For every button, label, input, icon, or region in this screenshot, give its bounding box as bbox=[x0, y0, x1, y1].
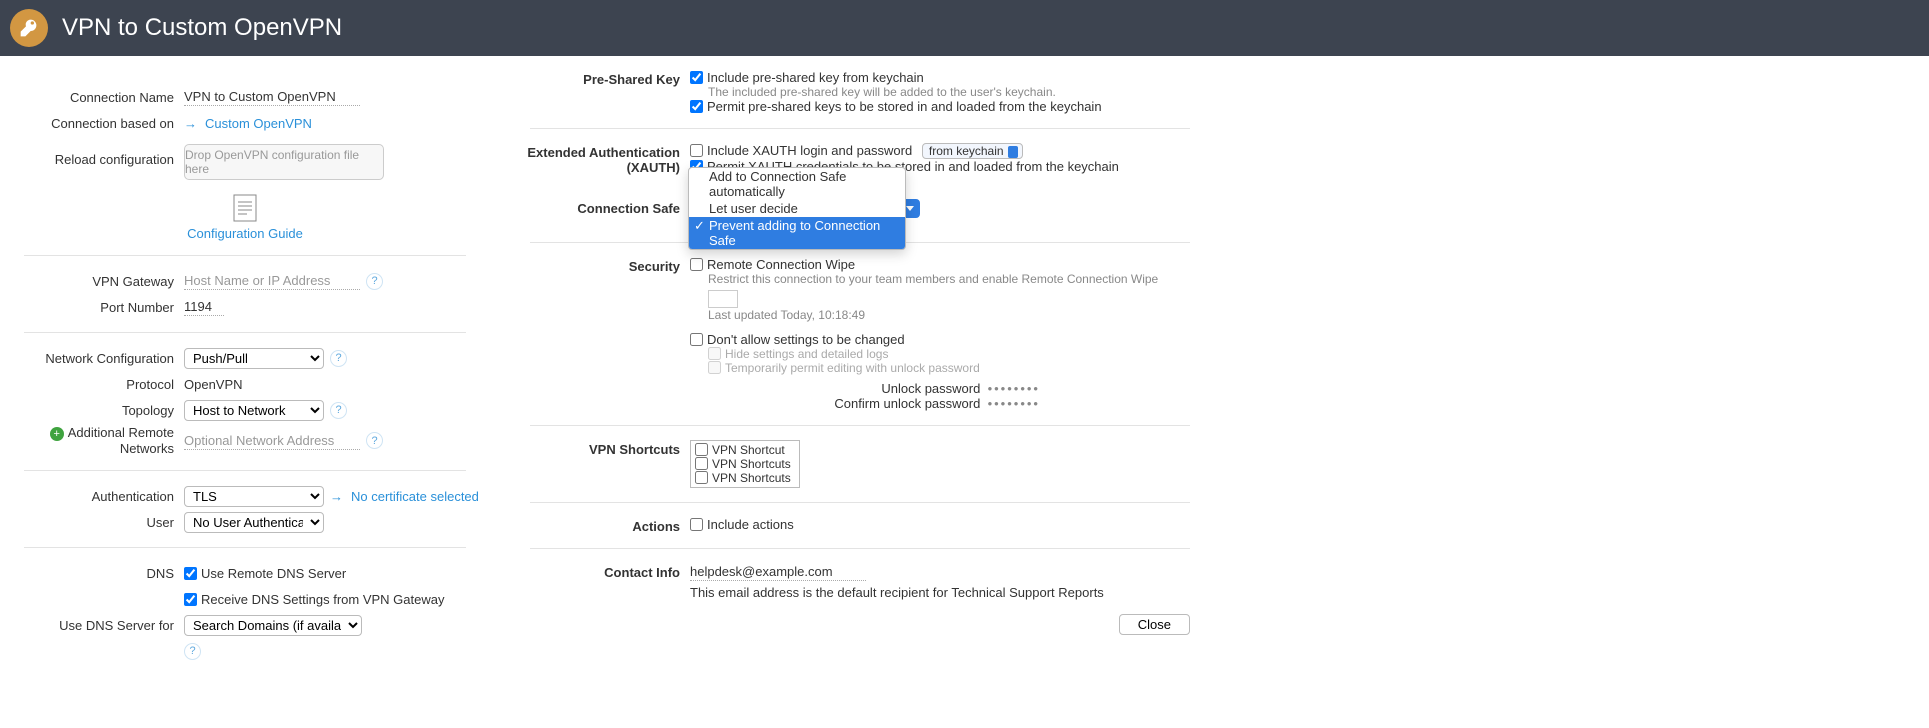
protocol-value: OpenVPN bbox=[184, 377, 243, 392]
connection-name-input[interactable] bbox=[184, 88, 360, 106]
conn-safe-option-prevent[interactable]: Prevent adding to Connection Safe bbox=[689, 217, 905, 249]
add-remote-input[interactable] bbox=[184, 432, 360, 450]
connection-name-label: Connection Name bbox=[0, 90, 184, 105]
psk-hint: The included pre-shared key will be adde… bbox=[708, 85, 1190, 99]
topology-label: Topology bbox=[0, 403, 184, 418]
arrow-icon: → bbox=[184, 116, 197, 131]
gateway-input[interactable] bbox=[184, 272, 360, 290]
port-input[interactable] bbox=[184, 298, 224, 316]
help-icon[interactable]: ? bbox=[366, 432, 383, 449]
netconf-select[interactable]: Push/Pull bbox=[184, 348, 324, 369]
shortcuts-label: VPN Shortcuts bbox=[490, 440, 690, 488]
last-updated: Last updated Today, 10:18:49 bbox=[708, 308, 1190, 322]
header: VPN to Custom OpenVPN bbox=[0, 0, 1929, 56]
dns-for-label: Use DNS Server for bbox=[0, 618, 184, 633]
right-panel: Pre-Shared Key Include pre-shared key fr… bbox=[490, 56, 1190, 666]
document-icon bbox=[233, 194, 257, 222]
hide-settings-checkbox[interactable]: Hide settings and detailed logs bbox=[708, 347, 1190, 361]
wipe-code-input[interactable] bbox=[708, 290, 738, 308]
arrow-icon: → bbox=[330, 489, 343, 504]
help-icon[interactable]: ? bbox=[366, 273, 383, 290]
confirm-pw-value: •••••••• bbox=[988, 396, 1040, 411]
dns-receive-checkbox[interactable]: Receive DNS Settings from VPN Gateway bbox=[184, 592, 444, 607]
key-icon bbox=[10, 9, 48, 47]
left-panel: Connection Name Connection based on → Cus… bbox=[0, 56, 490, 666]
contact-label: Contact Info bbox=[490, 563, 690, 600]
remote-wipe-hint: Restrict this connection to your team me… bbox=[708, 272, 1190, 286]
remote-wipe-checkbox[interactable]: Remote Connection Wipe bbox=[690, 257, 855, 272]
page-title: VPN to Custom OpenVPN bbox=[62, 14, 342, 42]
psk-label: Pre-Shared Key bbox=[490, 70, 690, 114]
protocol-label: Protocol bbox=[0, 377, 184, 392]
actions-label: Actions bbox=[490, 517, 690, 534]
netconf-label: Network Configuration bbox=[0, 351, 184, 366]
xauth-label: Extended Authentication (XAUTH) bbox=[490, 143, 690, 175]
config-guide-block: Configuration Guide bbox=[187, 194, 303, 241]
temp-permit-checkbox[interactable]: Temporarily permit editing with unlock p… bbox=[708, 361, 1190, 375]
actions-checkbox[interactable]: Include actions bbox=[690, 517, 794, 532]
port-label: Port Number bbox=[0, 300, 184, 315]
add-remote-label: +Additional Remote Networks bbox=[0, 425, 184, 456]
auth-select[interactable]: TLS bbox=[184, 486, 324, 507]
dns-label: DNS bbox=[0, 566, 184, 581]
help-icon[interactable]: ? bbox=[330, 402, 347, 419]
confirm-pw-label: Confirm unlock password bbox=[834, 396, 980, 411]
help-icon[interactable]: ? bbox=[184, 643, 201, 660]
psk-include-checkbox[interactable]: Include pre-shared key from keychain bbox=[690, 70, 924, 85]
xauth-include-checkbox[interactable]: Include XAUTH login and password bbox=[690, 143, 912, 158]
based-on-label: Connection based on bbox=[0, 116, 184, 131]
auth-label: Authentication bbox=[0, 489, 184, 504]
conn-safe-option-user[interactable]: Let user decide bbox=[689, 200, 905, 217]
user-label: User bbox=[0, 515, 184, 530]
psk-permit-checkbox[interactable]: Permit pre-shared keys to be stored in a… bbox=[690, 99, 1102, 114]
reload-label: Reload configuration bbox=[0, 144, 184, 167]
conn-safe-label: Connection Safe bbox=[490, 199, 690, 218]
no-cert-link[interactable]: No certificate selected bbox=[351, 489, 479, 504]
conn-safe-option-auto[interactable]: Add to Connection Safe automatically bbox=[689, 168, 905, 200]
help-icon[interactable]: ? bbox=[330, 350, 347, 367]
config-guide-link[interactable]: Configuration Guide bbox=[187, 226, 303, 241]
unlock-pw-label: Unlock password bbox=[881, 381, 980, 396]
plus-icon[interactable]: + bbox=[50, 427, 64, 441]
contact-email-input[interactable] bbox=[690, 563, 866, 581]
xauth-source-select[interactable]: from keychain bbox=[922, 143, 1023, 159]
security-label: Security bbox=[490, 257, 690, 411]
conn-safe-dropdown: Add to Connection Safe automatically Let… bbox=[688, 167, 906, 250]
close-button[interactable]: Close bbox=[1119, 614, 1190, 635]
based-on-link[interactable]: Custom OpenVPN bbox=[205, 116, 312, 131]
dns-remote-checkbox[interactable]: Use Remote DNS Server bbox=[184, 566, 346, 581]
user-select[interactable]: No User Authentication bbox=[184, 512, 324, 533]
gateway-label: VPN Gateway bbox=[0, 274, 184, 289]
config-dropzone[interactable]: Drop OpenVPN configuration file here bbox=[184, 144, 384, 180]
unlock-pw-value: •••••••• bbox=[988, 381, 1040, 396]
shortcuts-listbox[interactable]: VPN Shortcut VPN Shortcuts VPN Shortcuts bbox=[690, 440, 800, 488]
dont-allow-checkbox[interactable]: Don't allow settings to be changed bbox=[690, 332, 905, 347]
topology-select[interactable]: Host to Network bbox=[184, 400, 324, 421]
dns-for-select[interactable]: Search Domains (if available) bbox=[184, 615, 362, 636]
contact-hint: This email address is the default recipi… bbox=[690, 585, 1190, 600]
